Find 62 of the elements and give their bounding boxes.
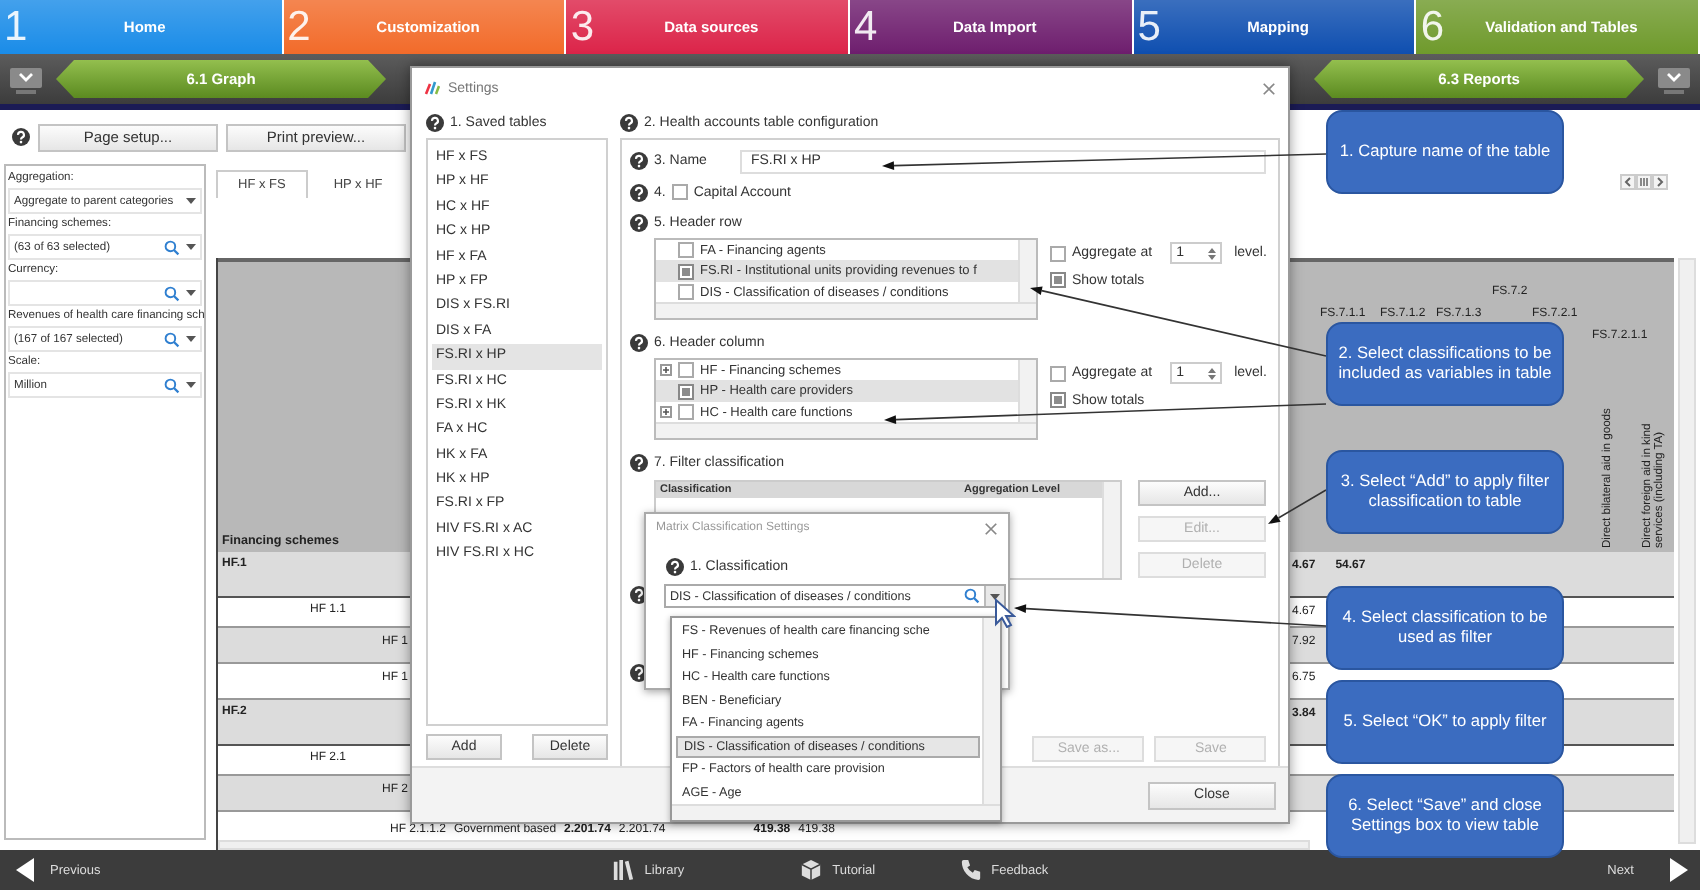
spinner-arrows-icon[interactable] (1208, 247, 1217, 259)
checkbox[interactable] (678, 263, 694, 280)
help-icon[interactable] (666, 557, 684, 575)
pager-icon[interactable] (1620, 173, 1668, 189)
checkbox[interactable] (1050, 272, 1066, 288)
dropdown-field[interactable] (8, 280, 202, 306)
help-icon[interactable] (630, 152, 648, 170)
callout: 2. Select classifications to be included as variables in table (1326, 322, 1564, 406)
scrollbar[interactable] (656, 422, 1036, 439)
help-icon[interactable] (426, 114, 444, 132)
box-icon[interactable] (800, 858, 823, 882)
callout: 5. Select “OK” to apply filter (1326, 680, 1564, 764)
help-icon[interactable] (12, 128, 30, 146)
callout: 3. Select “Add” to apply filter classification to table (1326, 450, 1564, 534)
scrollbar[interactable] (1102, 482, 1120, 578)
phone-icon[interactable] (959, 858, 982, 882)
scrollbar[interactable] (672, 804, 1000, 820)
scrollbar[interactable] (1018, 240, 1036, 302)
callout: 6. Select “Save” and close Settings box to view table (1326, 774, 1564, 858)
spinner-arrows-icon[interactable] (1208, 367, 1217, 379)
help-icon[interactable] (630, 213, 648, 231)
caret-icon[interactable] (186, 336, 196, 342)
caret-icon[interactable] (990, 593, 1000, 599)
search-icon[interactable] (164, 331, 180, 347)
checkbox[interactable] (1050, 365, 1066, 381)
scrollbar[interactable] (1018, 360, 1036, 422)
close-icon[interactable] (1262, 81, 1276, 95)
search-icon[interactable] (164, 377, 180, 393)
checkbox[interactable] (678, 383, 694, 400)
checkbox[interactable] (678, 242, 694, 259)
checkbox[interactable] (671, 184, 688, 200)
scrollbar[interactable] (982, 618, 1000, 804)
caret-icon[interactable] (186, 290, 196, 296)
callout: 1. Capture name of the table (1326, 110, 1564, 194)
checkbox[interactable] (1050, 392, 1066, 408)
scrollbar[interactable] (218, 840, 1310, 850)
checkbox[interactable] (678, 362, 694, 379)
search-icon[interactable] (164, 285, 180, 301)
close-icon[interactable] (984, 521, 998, 535)
books-icon[interactable] (612, 858, 635, 882)
callout: 4. Select classification to be used as filter (1326, 586, 1564, 670)
caret-icon[interactable] (186, 198, 196, 204)
search-icon[interactable] (964, 588, 980, 604)
dropdown-button[interactable] (984, 586, 1004, 606)
checkbox[interactable] (678, 284, 694, 301)
pointer-arrow (1268, 489, 1327, 524)
checkbox[interactable] (678, 404, 694, 421)
right-triangle-icon[interactable] (1670, 858, 1688, 882)
expand-icon[interactable] (660, 406, 672, 419)
caret-icon[interactable] (186, 382, 196, 388)
search-icon[interactable] (164, 239, 180, 255)
left-triangle-icon[interactable] (16, 858, 34, 882)
checkbox[interactable] (1050, 245, 1066, 261)
expand-icon[interactable] (660, 364, 672, 377)
scrollbar[interactable] (1678, 258, 1696, 844)
app-logo-icon (424, 80, 440, 96)
caret-icon[interactable] (186, 244, 196, 250)
scrollbar[interactable] (656, 302, 1036, 319)
help-icon[interactable] (630, 333, 648, 351)
help-icon[interactable] (630, 453, 648, 471)
help-icon[interactable] (630, 183, 648, 201)
help-icon[interactable] (620, 114, 638, 132)
